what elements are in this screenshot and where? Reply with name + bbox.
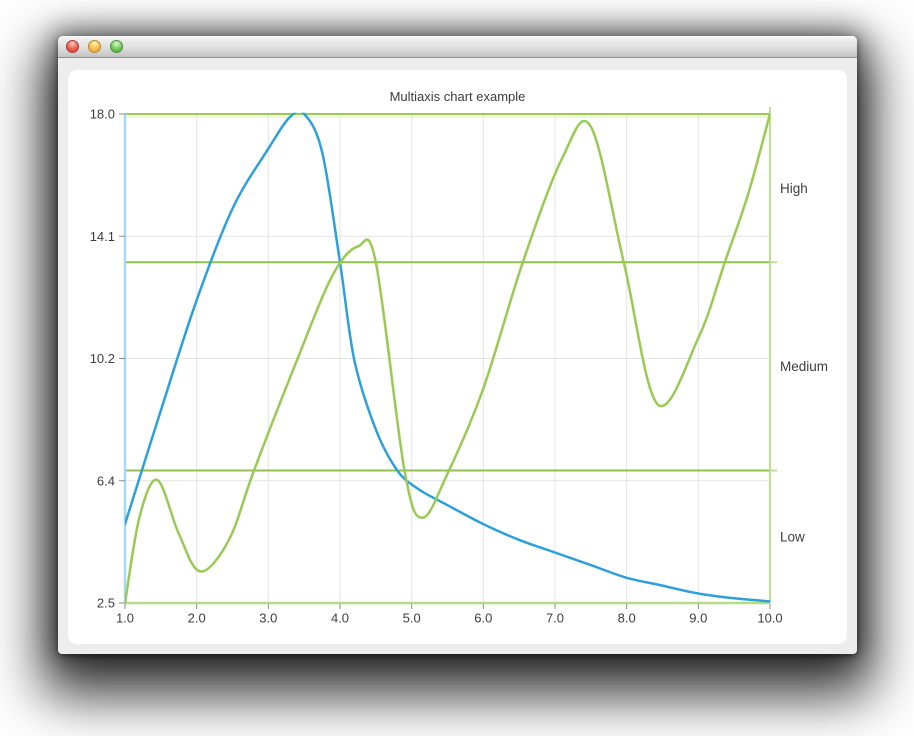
- window-content: Multiaxis chart example 1.02.03.04.05.06…: [58, 58, 857, 654]
- series-group: [125, 111, 770, 603]
- y-axis-label: 6.4: [97, 473, 115, 488]
- screenshot-root: { "window": { "title": "", "buttons": [ …: [0, 0, 914, 736]
- app-window: Multiaxis chart example 1.02.03.04.05.06…: [58, 36, 857, 654]
- x-axis-label: 4.0: [331, 611, 349, 626]
- series-blue-spline: [125, 111, 770, 601]
- traffic-lights: [66, 40, 123, 53]
- x-axis-label: 7.0: [546, 611, 564, 626]
- x-axis-label: 9.0: [689, 611, 707, 626]
- x-axis-label: 2.0: [188, 611, 206, 626]
- x-axis-label: 8.0: [618, 611, 636, 626]
- x-axis-label: 3.0: [259, 611, 277, 626]
- category-label-medium: Medium: [780, 359, 828, 374]
- category-label-low: Low: [780, 529, 805, 544]
- minimize-button[interactable]: [88, 40, 101, 53]
- y-axis-label: 14.1: [90, 229, 115, 244]
- chart-panel: Multiaxis chart example 1.02.03.04.05.06…: [68, 70, 847, 644]
- y-axis-label: 18.0: [90, 107, 115, 122]
- category-label-high: High: [780, 181, 808, 196]
- y-axis-label: 2.5: [97, 596, 115, 611]
- close-button[interactable]: [66, 40, 79, 53]
- x-axis-label: 1.0: [116, 611, 134, 626]
- multiaxis-chart: 1.0 2.0 3.0 4.0 5.0 6.0 7.0 8.0 9.0 10.0 18.0 14.1 1…: [68, 70, 847, 644]
- x-axis-label: 10.0: [757, 611, 782, 626]
- zoom-button[interactable]: [110, 40, 123, 53]
- y-axis-label: 10.2: [90, 351, 115, 366]
- x-axis-label: 5.0: [403, 611, 421, 626]
- window-titlebar[interactable]: [58, 36, 857, 58]
- x-axis-label: 6.0: [474, 611, 492, 626]
